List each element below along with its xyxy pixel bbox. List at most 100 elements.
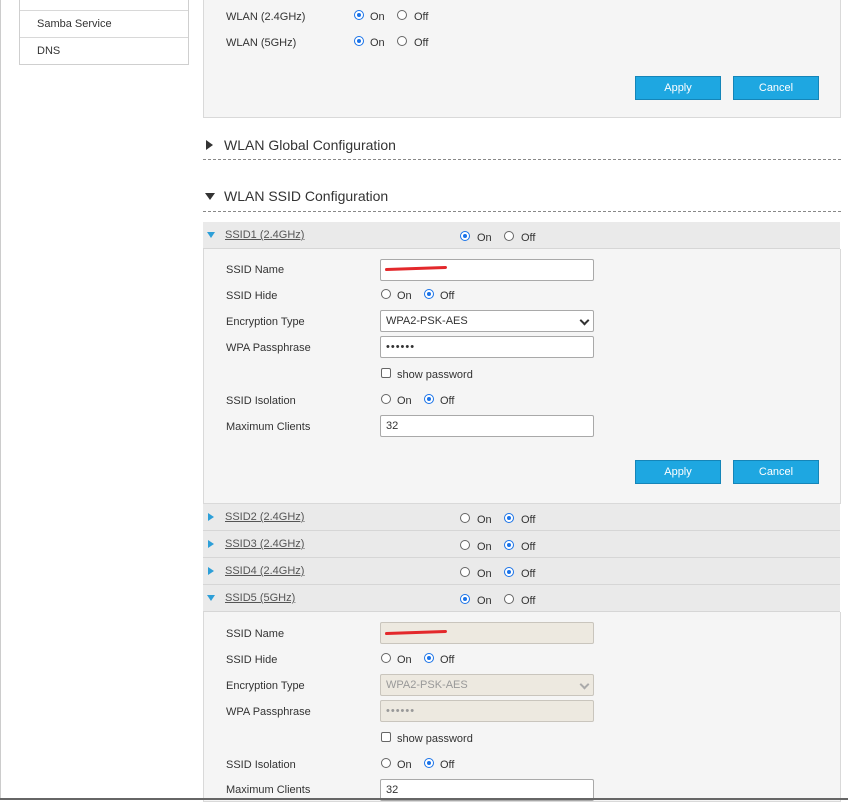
ssid3-off-label: Off — [521, 541, 536, 553]
ssid5-header-row[interactable]: SSID5 (5GHz) On Off — [203, 585, 840, 612]
ssid-isolation-off-label: Off — [440, 395, 455, 407]
wlan-5-off-radio[interactable] — [397, 36, 407, 46]
show-password-label: show password — [397, 369, 473, 381]
wlan-24-on-radio[interactable] — [354, 10, 364, 20]
maximum-clients-input[interactable]: 32 — [380, 415, 594, 437]
ssid4-on-radio[interactable] — [460, 567, 470, 577]
expand-arrow-icon[interactable] — [207, 232, 215, 238]
wlan-5-on-label: On — [370, 37, 385, 49]
expand-arrow-icon[interactable] — [208, 513, 214, 521]
ssid3-off-radio[interactable] — [504, 540, 514, 550]
ssid-name-input[interactable] — [380, 259, 594, 281]
encryption-type-value: WPA2-PSK-AES — [386, 315, 468, 327]
ssid-hide-on-radio[interactable] — [381, 653, 391, 663]
expand-arrow-icon[interactable] — [207, 595, 215, 601]
redaction-mark — [384, 629, 448, 636]
ssid2-on-radio[interactable] — [460, 513, 470, 523]
apply-button[interactable]: Apply — [635, 76, 721, 100]
cancel-button[interactable]: Cancel — [733, 76, 819, 100]
show-password-checkbox[interactable] — [381, 368, 391, 378]
ssid-hide-off-radio[interactable] — [424, 289, 434, 299]
ssid-isolation-on-label: On — [397, 395, 412, 407]
ssid1-off-label: Off — [521, 232, 536, 244]
ssid3-header-row[interactable]: SSID3 (2.4GHz) On Off — [203, 531, 840, 558]
apply-button[interactable]: Apply — [635, 460, 721, 484]
expand-arrow-icon[interactable] — [208, 540, 214, 548]
wlan-5-label: WLAN (5GHz) — [226, 37, 297, 49]
ssid-hide-on-label: On — [397, 290, 412, 302]
encryption-type-select: WPA2-PSK-AES — [380, 674, 594, 696]
ssid2-off-label: Off — [521, 514, 536, 526]
ssid4-off-radio[interactable] — [504, 567, 514, 577]
ssid4-on-label: On — [477, 568, 492, 580]
ssid-hide-label: SSID Hide — [226, 290, 278, 302]
ssid2-off-radio[interactable] — [504, 513, 514, 523]
wlan-global-config-header[interactable]: WLAN Global Configuration — [224, 137, 396, 153]
ssid-isolation-off-radio[interactable] — [424, 758, 434, 768]
wlan-band-panel: WLAN (2.4GHz) On Off WLAN (5GHz) On Off … — [203, 0, 841, 118]
section-divider — [203, 159, 841, 160]
expand-arrow-icon[interactable] — [208, 567, 214, 575]
ssid5-off-radio[interactable] — [504, 594, 514, 604]
ssid2-on-label: On — [477, 514, 492, 526]
ssid-isolation-on-radio[interactable] — [381, 394, 391, 404]
ssid-hide-off-label: Off — [440, 654, 455, 666]
wlan-24-label: WLAN (2.4GHz) — [226, 11, 306, 23]
redaction-mark — [384, 265, 448, 272]
sidebar-item-dns[interactable]: DNS — [20, 38, 188, 64]
expand-arrow-icon[interactable] — [206, 140, 213, 150]
ssid3-link[interactable]: SSID3 (2.4GHz) — [225, 538, 304, 550]
show-password-checkbox[interactable] — [381, 732, 391, 742]
ssid-hide-label: SSID Hide — [226, 654, 278, 666]
ssid5-config-panel: SSID Name SSID Hide On Off Encryption Ty… — [203, 612, 841, 802]
chevron-down-icon — [579, 315, 590, 326]
ssid4-link[interactable]: SSID4 (2.4GHz) — [225, 565, 304, 577]
encryption-type-label: Encryption Type — [226, 316, 305, 328]
show-password-label: show password — [397, 733, 473, 745]
ssid-hide-off-radio[interactable] — [424, 653, 434, 663]
wpa-passphrase-input: •••••• — [380, 700, 594, 722]
ssid-isolation-label: SSID Isolation — [226, 759, 296, 771]
ssid5-link[interactable]: SSID5 (5GHz) — [225, 592, 295, 604]
sidebar-item-samba-service[interactable]: Samba Service — [20, 11, 188, 37]
ssid4-off-label: Off — [521, 568, 536, 580]
maximum-clients-label: Maximum Clients — [226, 421, 311, 433]
chevron-down-icon — [579, 679, 590, 690]
encryption-type-select[interactable]: WPA2-PSK-AES — [380, 310, 594, 332]
ssid3-on-label: On — [477, 541, 492, 553]
wlan-5-off-label: Off — [414, 37, 429, 49]
ssid-name-input — [380, 622, 594, 644]
wlan-ssid-config-header[interactable]: WLAN SSID Configuration — [224, 188, 388, 204]
ssid1-off-radio[interactable] — [504, 231, 514, 241]
ssid5-on-radio[interactable] — [460, 594, 470, 604]
cancel-button[interactable]: Cancel — [733, 460, 819, 484]
ssid4-header-row[interactable]: SSID4 (2.4GHz) On Off — [203, 558, 840, 585]
ssid5-off-label: Off — [521, 595, 536, 607]
ssid-name-label: SSID Name — [226, 264, 285, 276]
wpa-passphrase-label: WPA Passphrase — [226, 342, 311, 354]
ssid-isolation-on-radio[interactable] — [381, 758, 391, 768]
ssid-isolation-off-label: Off — [440, 759, 455, 771]
ssid-isolation-label: SSID Isolation — [226, 395, 296, 407]
wlan-5-on-radio[interactable] — [354, 36, 364, 46]
ssid-isolation-off-radio[interactable] — [424, 394, 434, 404]
ssid-name-label: SSID Name — [226, 628, 285, 640]
wlan-24-off-radio[interactable] — [397, 10, 407, 20]
maximum-clients-label: Maximum Clients — [226, 784, 311, 796]
ssid1-on-label: On — [477, 232, 492, 244]
ssid-hide-on-label: On — [397, 654, 412, 666]
ssid1-config-panel: SSID Name SSID Hide On Off Encryption Ty… — [203, 249, 841, 504]
ssid1-link[interactable]: SSID1 (2.4GHz) — [225, 229, 304, 241]
ssid2-header-row[interactable]: SSID2 (2.4GHz) On Off — [203, 504, 840, 531]
wpa-passphrase-input[interactable]: •••••• — [380, 336, 594, 358]
window-left-border — [0, 0, 1, 800]
ssid-hide-on-radio[interactable] — [381, 289, 391, 299]
ssid5-on-label: On — [477, 595, 492, 607]
ssid2-link[interactable]: SSID2 (2.4GHz) — [225, 511, 304, 523]
ssid-hide-off-label: Off — [440, 290, 455, 302]
ssid1-on-radio[interactable] — [460, 231, 470, 241]
ssid1-header-row[interactable]: SSID1 (2.4GHz) On Off — [203, 222, 840, 249]
ssid3-on-radio[interactable] — [460, 540, 470, 550]
collapse-arrow-icon[interactable] — [205, 193, 215, 200]
wpa-passphrase-label: WPA Passphrase — [226, 706, 311, 718]
